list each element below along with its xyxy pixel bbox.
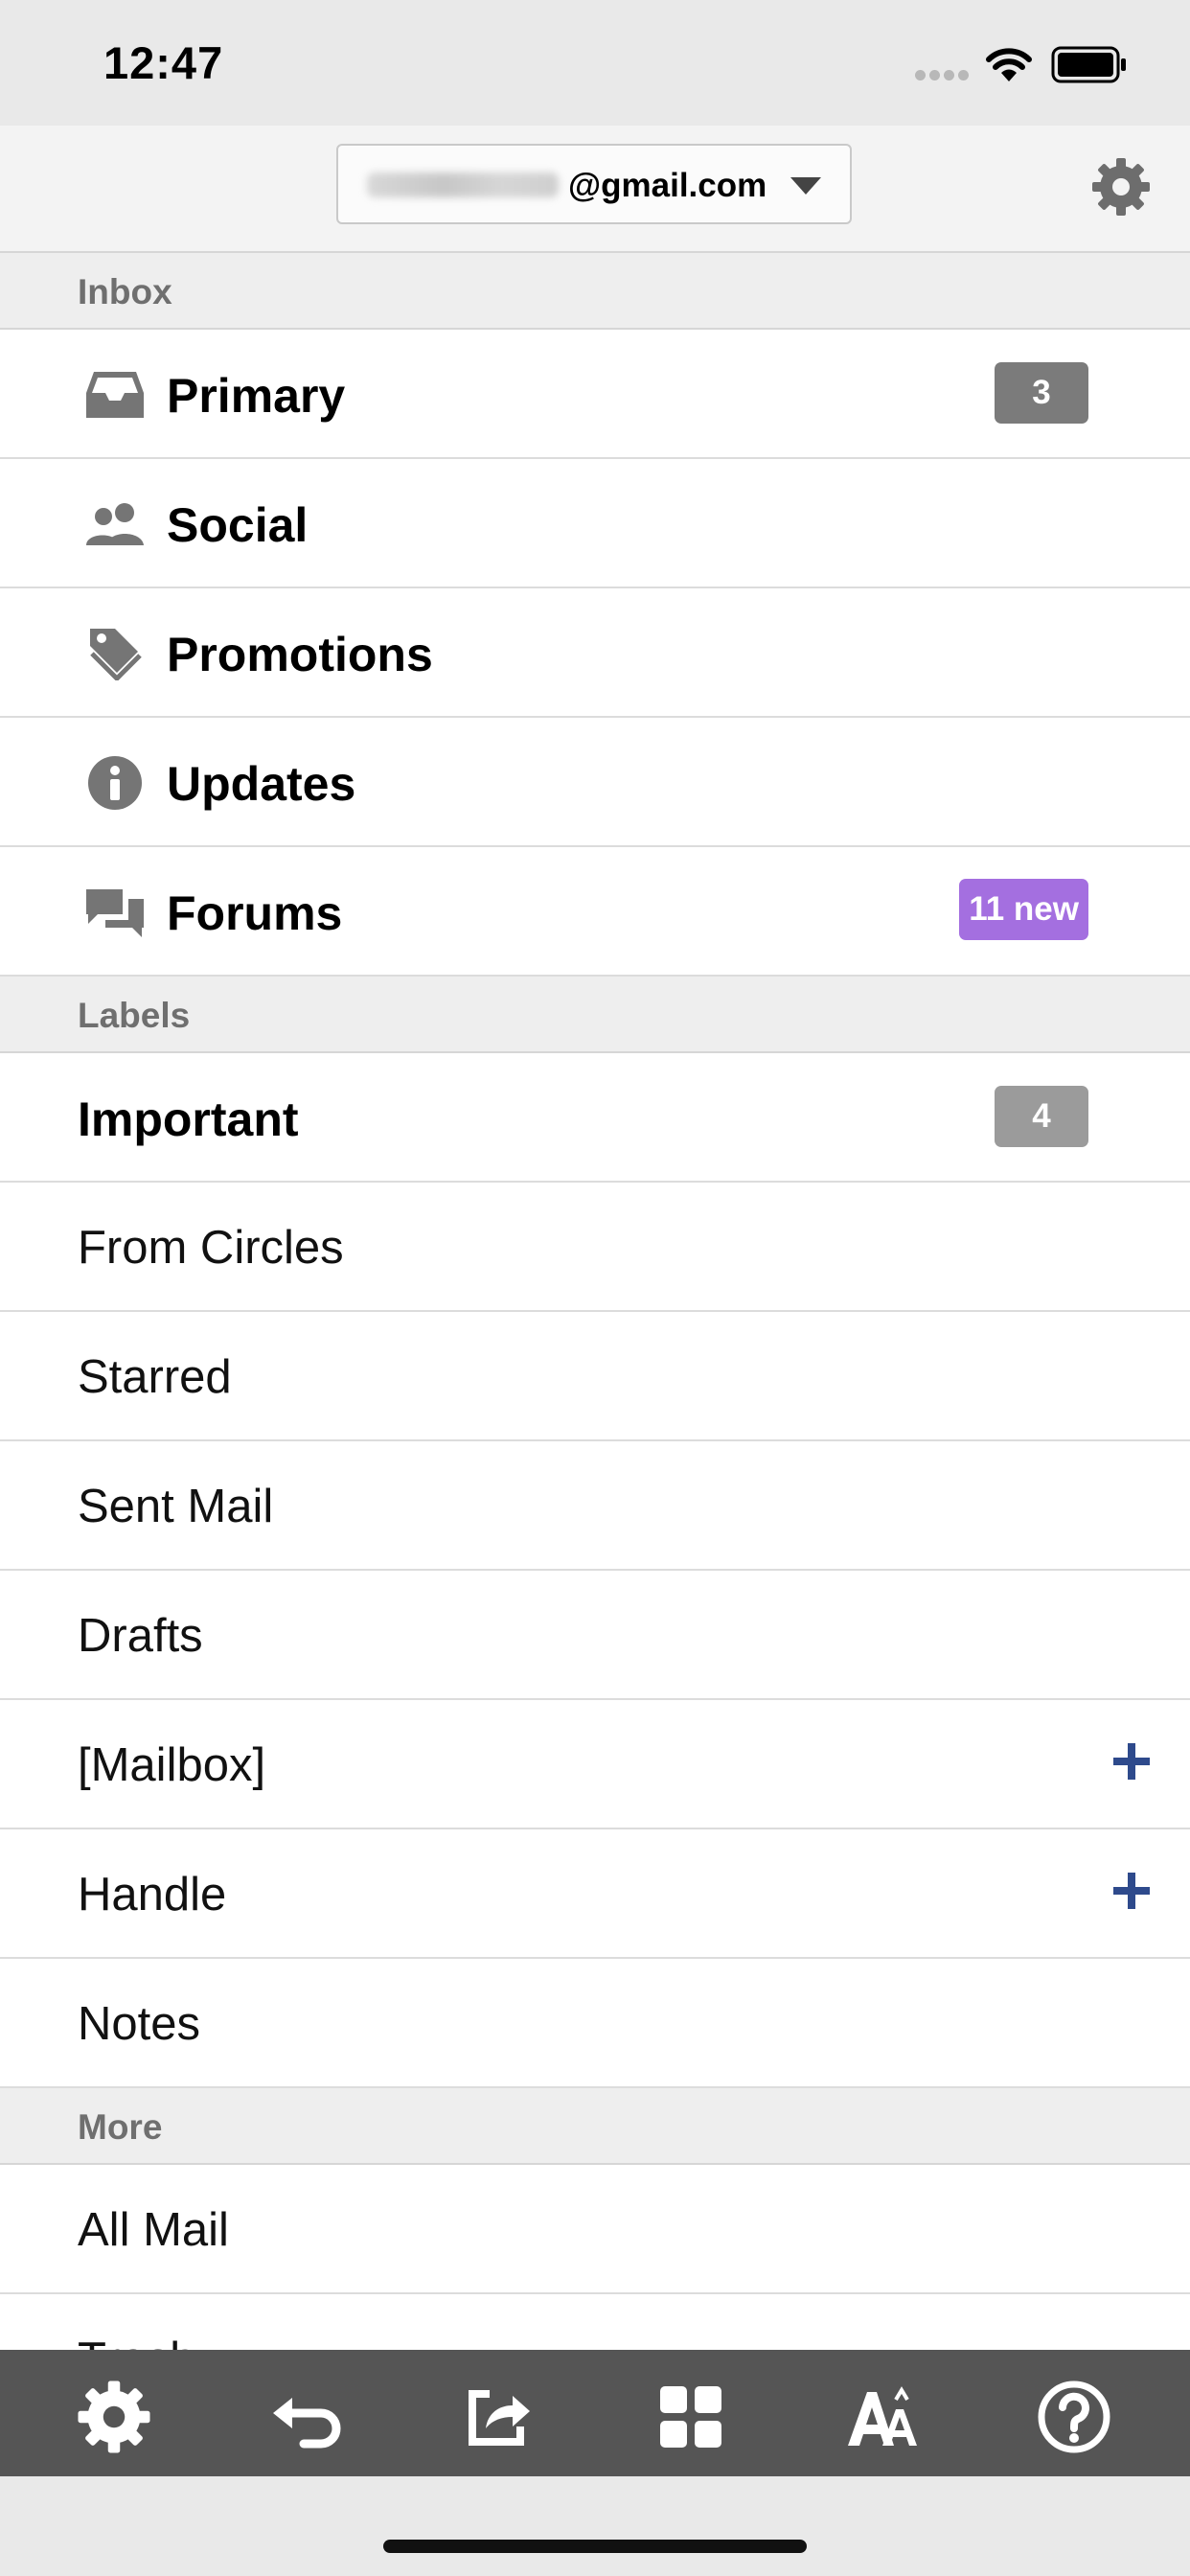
bottom-toolbar (0, 2350, 1190, 2476)
notes-label: Notes (78, 1998, 201, 2050)
chat-bubbles-icon (86, 889, 144, 937)
account-selector[interactable]: @gmail.com (336, 144, 852, 224)
all-mail-label: All Mail (78, 2204, 229, 2256)
battery-icon (1051, 46, 1126, 83)
label-item-handle[interactable]: Handle (0, 1829, 1190, 1959)
forums-label: Forums (167, 886, 343, 940)
mailbox-label: [Mailbox] (78, 1739, 266, 1791)
promotions-label: Promotions (167, 628, 433, 681)
blurred-username (367, 172, 559, 197)
grid-apps-icon[interactable] (652, 2379, 729, 2455)
text-size-icon[interactable] (844, 2379, 921, 2455)
primary-label: Primary (167, 369, 346, 423)
label-item-drafts[interactable]: Drafts (0, 1571, 1190, 1700)
more-section-header: More (0, 2088, 1190, 2165)
account-email: @gmail.com (568, 167, 767, 204)
info-icon (88, 756, 142, 810)
home-indicator[interactable] (383, 2540, 807, 2553)
wifi-icon (986, 48, 1032, 81)
status-time: 12:47 (103, 37, 224, 88)
tag-icon (90, 629, 142, 680)
people-icon (86, 503, 144, 545)
drafts-label: Drafts (78, 1610, 203, 1662)
home-indicator-area (0, 2476, 1190, 2576)
inbox-item-primary[interactable]: Primary 3 (0, 330, 1190, 459)
status-bar: 12:47 (0, 0, 1190, 126)
inbox-item-forums[interactable]: Forums 11 new (0, 847, 1190, 977)
social-label: Social (167, 498, 309, 552)
plus-icon[interactable] (1111, 1741, 1152, 1782)
help-icon[interactable] (1036, 2379, 1112, 2455)
more-header-label: More (78, 2107, 163, 2147)
label-item-starred[interactable]: Starred (0, 1312, 1190, 1441)
label-item-important[interactable]: Important 4 (0, 1053, 1190, 1183)
chevron-down-icon (790, 177, 821, 195)
settings-icon[interactable] (76, 2379, 152, 2455)
inbox-header-label: Inbox (78, 272, 172, 311)
back-icon[interactable] (267, 2379, 344, 2455)
label-item-sent-mail[interactable]: Sent Mail (0, 1441, 1190, 1571)
inbox-item-social[interactable]: Social (0, 459, 1190, 588)
inbox-item-promotions[interactable]: Promotions (0, 588, 1190, 718)
important-count-badge: 4 (995, 1086, 1088, 1147)
plus-icon[interactable] (1111, 1871, 1152, 1911)
from-circles-label: From Circles (78, 1222, 344, 1274)
starred-label: Starred (78, 1351, 232, 1403)
primary-count-badge: 3 (995, 362, 1088, 424)
important-label: Important (78, 1092, 299, 1146)
sent-mail-label: Sent Mail (78, 1481, 274, 1532)
account-bar: @gmail.com (0, 126, 1190, 253)
labels-header-label: Labels (78, 996, 191, 1035)
share-icon[interactable] (461, 2379, 538, 2455)
inbox-item-updates[interactable]: Updates (0, 718, 1190, 847)
handle-label: Handle (78, 1869, 227, 1920)
labels-section-header: Labels (0, 977, 1190, 1053)
inbox-section-header: Inbox (0, 253, 1190, 330)
label-item-from-circles[interactable]: From Circles (0, 1183, 1190, 1312)
cellular-signal-icon (915, 68, 973, 85)
more-item-all-mail[interactable]: All Mail (0, 2165, 1190, 2294)
inbox-tray-icon (86, 372, 144, 418)
label-item-mailbox[interactable]: [Mailbox] (0, 1700, 1190, 1829)
forums-new-badge: 11 new (959, 879, 1088, 940)
gear-icon[interactable] (1090, 156, 1152, 218)
label-item-notes[interactable]: Notes (0, 1959, 1190, 2088)
updates-label: Updates (167, 757, 356, 811)
